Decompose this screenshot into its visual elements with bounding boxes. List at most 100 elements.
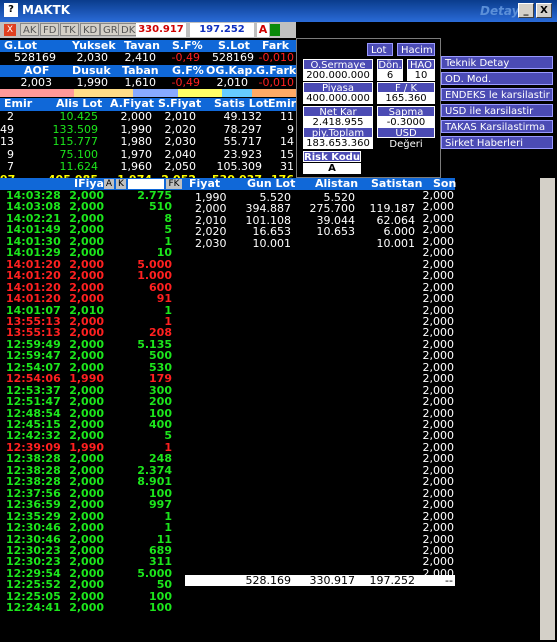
book-fiyat-header[interactable]: Fiyat (189, 178, 220, 190)
price-field: 330.917 (136, 23, 186, 37)
total-alistan: 330.917 (309, 574, 356, 587)
depth-cell: 105.309 (216, 160, 263, 173)
book-son-header[interactable]: Son (433, 178, 456, 190)
trade-volume: 510 (149, 200, 172, 214)
depth-cell: 1,970 (120, 147, 153, 161)
depth-cell: 9 (7, 147, 14, 161)
son-list: 2,000 2,000 2,000 2,000 2,000 2,000 2,000 2,000… (420, 190, 455, 640)
risk-value: A (303, 163, 361, 174)
price2-field: 197.252 (190, 23, 254, 37)
filter-input[interactable] (128, 179, 164, 189)
ak-button[interactable]: AK (20, 23, 40, 36)
don-label: Dön. (377, 59, 403, 71)
o-sermaye-value: 200.000.000 (303, 70, 373, 81)
taban-value: 1,610 (124, 76, 157, 89)
depth-cell: 2 (7, 110, 14, 123)
book-gunlot-header[interactable]: Gun Lot (247, 178, 295, 190)
tavan-value: 2,410 (124, 51, 157, 64)
piy-toplam-label: piy.Toplam Lot (303, 127, 373, 150)
close-icon[interactable]: X (4, 24, 16, 36)
gf-value: -0,49 (171, 76, 200, 89)
k-filter-button[interactable]: K (116, 179, 126, 189)
book-alistan-header[interactable]: Alistan (315, 178, 358, 190)
fk-button[interactable]: FK (166, 179, 182, 189)
book-satistan-header[interactable]: Satistan (371, 178, 422, 190)
dusuk-value: 1,990 (76, 76, 109, 89)
close-button[interactable]: X (536, 3, 552, 18)
sfiyat-header: S.Fiyat (158, 97, 202, 110)
book-alistan: 10.653 (316, 225, 356, 239)
book-gunlot: 10.001 (252, 236, 292, 250)
book-header: Fiyat Gun Lot Alistan Satistan Son (185, 178, 456, 190)
summary2-values: 2,003 1,990 1,610 -0,49 2,010 -0,010 (0, 77, 296, 89)
side-menu: Teknik Detay OD. Mod. ENDEKS le karsilas… (441, 56, 555, 152)
trades-list: 14:03:28 2,000 2.775 14:03:08 2,000 510 14:02:… (0, 190, 185, 640)
depth-cell: 7 (7, 160, 14, 173)
depth-cell: 2,000 (120, 110, 153, 123)
depth-color-bar (0, 89, 296, 97)
aof-value: 2,003 (20, 76, 53, 89)
toolbar: X AK FD TK KD GR DK 330.917 197.252 A (0, 22, 296, 38)
scrollbar[interactable] (540, 178, 555, 640)
sapma-label: Sapma (377, 106, 435, 118)
slot-value: 528169 (212, 51, 254, 64)
depth-cell: 2,030 (164, 135, 197, 148)
trade-volume: 400 (149, 418, 172, 431)
ogkap-value: 2,010 (216, 76, 249, 89)
fark-value: -0,010 (258, 51, 294, 64)
window-title: MAKTK (22, 3, 71, 17)
menu-teknik-detay[interactable]: Teknik Detay (441, 56, 553, 69)
depth-cell: 75.100 (59, 147, 99, 161)
book-total-row: 528.169 330.917 197.252 -- (185, 575, 455, 586)
trades-header: IFiyat A K FK (0, 178, 185, 190)
a-filter-button[interactable]: A (104, 179, 114, 189)
o-sermaye-label: Ö.Sermaye (303, 59, 373, 71)
title-bar: ? MAKTK Detay _ X (0, 0, 557, 22)
lot-button[interactable]: Lot (367, 43, 393, 56)
don-value: 6 (377, 70, 403, 81)
menu-takas[interactable]: TAKAS Karsilastirma (441, 120, 553, 133)
trade-volume: 91 (156, 292, 172, 306)
depth-cell: 55.717 (223, 135, 263, 148)
trade-volume: 5 (164, 429, 172, 443)
menu-od-mod[interactable]: OD. Mod. (441, 72, 553, 85)
menu-sirket-haberleri[interactable]: Sirket Haberleri (441, 136, 553, 149)
depth-cell: 49.132 (223, 110, 263, 123)
hao-label: HAO (407, 59, 435, 71)
menu-usd[interactable]: USD ile karsilastir (441, 104, 553, 117)
hacim-button[interactable]: Hacim (397, 43, 435, 56)
piy-toplam-value: 183.653.360 (303, 138, 373, 149)
depth-cell: 11 (280, 110, 294, 123)
usd-label: USD Değeri (377, 127, 435, 150)
depth-cell: 15 (280, 147, 294, 161)
gfark-value: -0,010 (258, 76, 294, 89)
tk-button[interactable]: TK (60, 23, 79, 36)
depth-cell: 9 (287, 122, 294, 136)
total-satistan: 197.252 (369, 574, 416, 587)
hao-value: 10 (407, 70, 435, 81)
depth-cell: 23.923 (223, 147, 263, 161)
depth-cell: 2,050 (164, 160, 197, 173)
info-panel: Lot Hacim Ö.Sermaye 200.000.000 Dön. 6 H… (296, 38, 441, 178)
depth-cell: 1,980 (120, 135, 153, 148)
depth-cell: 1,990 (120, 122, 153, 136)
depth-cell: 13 (0, 135, 14, 148)
glot-value: 528169 (14, 51, 56, 64)
minimize-button[interactable]: _ (518, 3, 534, 18)
app-icon: ? (4, 3, 18, 17)
book-price: 2,030 (195, 236, 227, 250)
kd-button[interactable]: KD (80, 23, 101, 36)
a-button[interactable]: A (257, 23, 269, 37)
depth-cell: 14 (280, 135, 294, 148)
book-satistan: 10.001 (376, 236, 416, 250)
arrow-icon[interactable] (270, 24, 280, 36)
fd-button[interactable]: FD (40, 23, 60, 36)
alis-lot-header: Alis Lot (56, 97, 103, 110)
depth-cell: 2,010 (164, 110, 197, 123)
risk-label: Risk Kodu (303, 151, 361, 163)
satis-lot-header: Satis Lot (214, 97, 269, 110)
summary1-values: 528169 2,030 2,410 -0,49 528169 -0,010 (0, 52, 296, 64)
depth-rows: 2 10.425 2,000 2,010 49.132 11 49 133.509 1,990 2… (0, 110, 296, 186)
menu-endeks[interactable]: ENDEKS le karsilastir (441, 88, 553, 101)
depth-cell: 2,020 (164, 122, 197, 136)
